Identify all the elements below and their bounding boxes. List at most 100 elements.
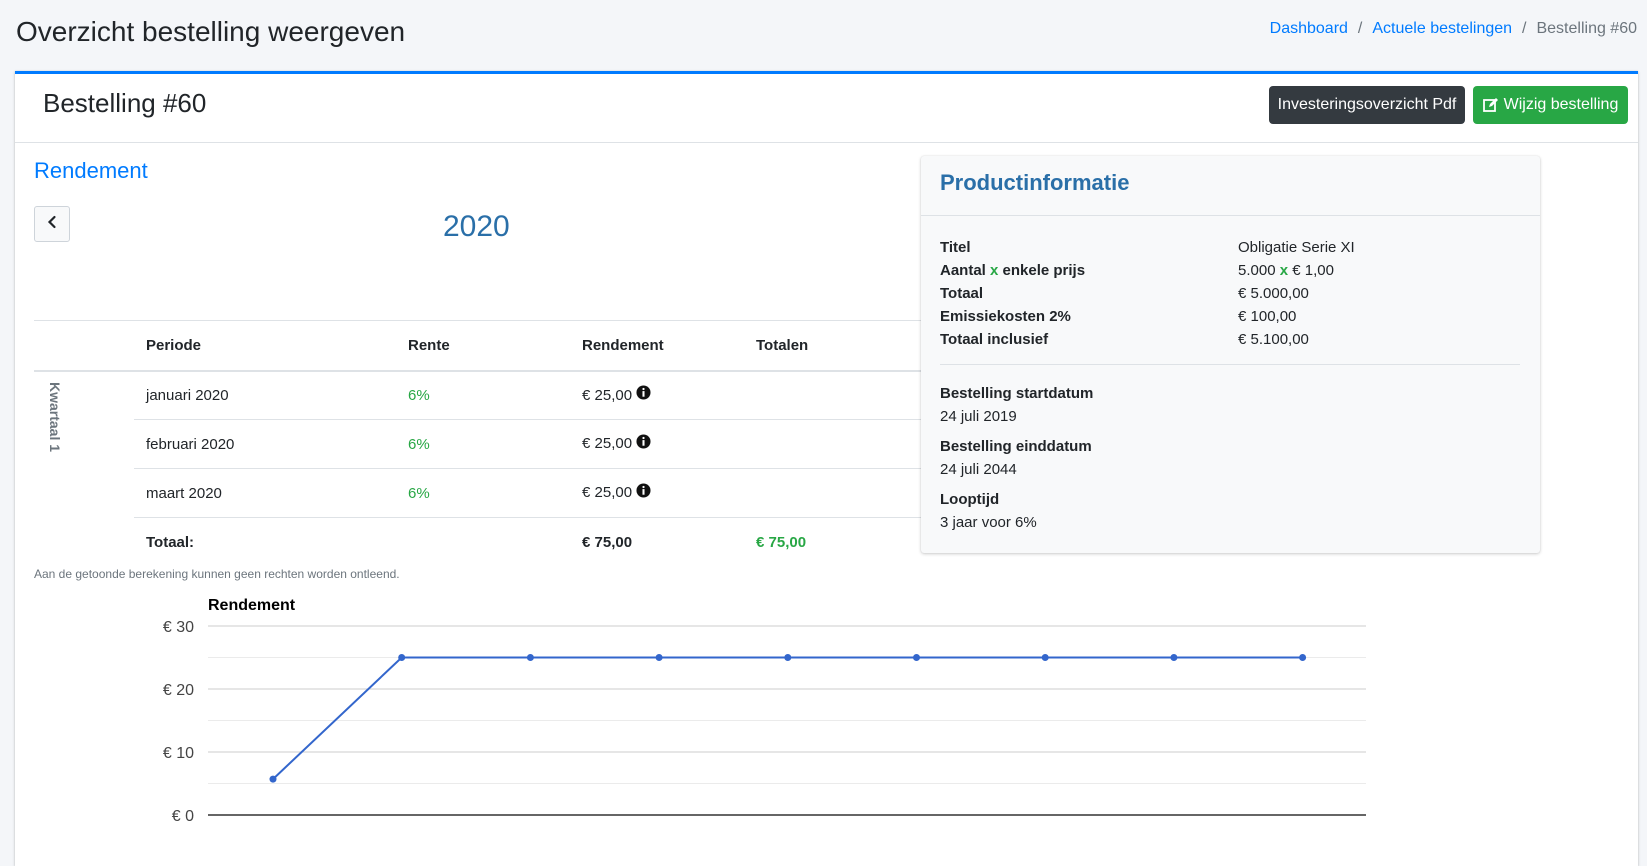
period-cell: januari 2020 xyxy=(134,370,396,420)
info-value-post: € 1,00 xyxy=(1288,262,1334,279)
totals-cell xyxy=(744,419,950,469)
return-cell: € 25,00 xyxy=(570,419,744,469)
edit-order-label: Wijzig bestelling xyxy=(1503,96,1619,113)
end-date-value: 24 juli 2044 xyxy=(940,461,1017,478)
info-label-post: enkele prijs xyxy=(998,262,1086,279)
breadcrumb-active: Bestelling #60 xyxy=(1536,20,1637,37)
info-label: Emissiekosten 2% xyxy=(940,308,1071,325)
disclaimer: Aan de getoonde berekening kunnen geen r… xyxy=(34,567,400,581)
info-label: Aantal x enkele prijs xyxy=(940,262,1238,279)
chevron-left-icon xyxy=(46,215,58,234)
column-header-return: Rendement xyxy=(570,320,744,372)
page-header: Overzicht bestelling weergeven Dashboard… xyxy=(0,0,1647,70)
breadcrumb-current-orders[interactable]: Actuele bestelingen xyxy=(1372,20,1512,38)
breadcrumb-separator: / xyxy=(1357,20,1363,37)
order-title: Bestelling #60 xyxy=(43,88,207,118)
table-row: maart 2020 6% € 25,00 xyxy=(34,468,950,518)
data-point xyxy=(1041,654,1049,661)
info-row-title: Titel Obligatie Serie XI xyxy=(940,239,1520,256)
period-cell: februari 2020 xyxy=(134,419,396,469)
info-row-total: Totaal € 5.000,00 xyxy=(940,285,1520,302)
y-tick-label: € 30 xyxy=(163,619,194,636)
info-value: € 5.000,00 xyxy=(1238,285,1309,302)
return-value: € 25,00 xyxy=(582,484,633,502)
info-icon[interactable] xyxy=(636,482,651,502)
previous-year-button[interactable] xyxy=(34,206,70,242)
quarter-label: Kwartaal 1 xyxy=(47,381,63,452)
total-return: € 75,00 xyxy=(570,517,744,567)
y-tick-label: € 20 xyxy=(163,682,194,699)
page-title: Overzicht bestelling weergeven xyxy=(16,16,406,47)
info-icon[interactable] xyxy=(636,433,651,453)
rendement-section-title: Rendement xyxy=(34,158,148,183)
series-line xyxy=(272,656,1303,780)
product-info-card: Productinformatie Titel Obligatie Serie … xyxy=(921,156,1540,553)
return-value: € 25,00 xyxy=(582,386,633,404)
year-label: 2020 xyxy=(443,210,510,243)
column-header-rate: Rente xyxy=(396,320,570,372)
rate-cell: 6% xyxy=(396,370,570,420)
column-header-totals: Totalen xyxy=(744,320,950,372)
info-value: Obligatie Serie XI xyxy=(1238,239,1355,256)
info-value: 5.000 x € 1,00 xyxy=(1238,262,1334,279)
edit-order-button[interactable]: Wijzig bestelling xyxy=(1473,86,1628,124)
data-point xyxy=(398,654,406,661)
info-label: Titel xyxy=(940,239,971,256)
data-point xyxy=(784,654,792,661)
totals-cell xyxy=(744,468,950,518)
y-tick-label: € 0 xyxy=(172,808,194,825)
product-info-header: Productinformatie xyxy=(921,156,1540,216)
info-label-pre: Aantal xyxy=(940,262,991,279)
column-header-period: Periode xyxy=(134,320,396,372)
data-point xyxy=(1299,654,1307,661)
total-totals: € 75,00 xyxy=(744,517,950,567)
breadcrumb-dashboard[interactable]: Dashboard xyxy=(1270,20,1348,38)
rendement-chart: Rendement € 0 € 10 € 20 € 30 xyxy=(163,597,1366,825)
total-row: Totaal: € 75,00 € 75,00 xyxy=(34,517,950,567)
data-point xyxy=(655,654,663,661)
table-row: februari 2020 6% € 25,00 xyxy=(34,419,950,469)
return-value: € 25,00 xyxy=(582,435,633,453)
data-point xyxy=(526,654,534,661)
info-value: € 5.100,00 xyxy=(1238,331,1309,348)
edit-icon xyxy=(1482,97,1499,113)
period-cell: maart 2020 xyxy=(134,468,396,518)
term-value: 3 jaar voor 6% xyxy=(940,514,1037,531)
card-header: Bestelling #60 Investeringsoverzicht Pdf… xyxy=(15,74,1638,143)
term-label: Looptijd xyxy=(940,491,1000,508)
data-point xyxy=(269,775,277,783)
quarter-header xyxy=(34,320,134,372)
times-symbol: x xyxy=(1279,262,1289,279)
table-header-row: Periode Rente Rendement Totalen xyxy=(34,320,950,372)
info-icon[interactable] xyxy=(636,385,651,404)
info-value-pre: 5.000 xyxy=(1238,262,1280,279)
info-label: Totaal inclusief xyxy=(940,331,1049,348)
info-divider xyxy=(940,364,1520,365)
breadcrumb: Dashboard / Actuele bestelingen / Bestel… xyxy=(1270,20,1637,38)
product-info-title: Productinformatie xyxy=(940,170,1130,195)
return-cell: € 25,00 xyxy=(570,468,744,518)
chart-title: Rendement xyxy=(208,597,296,614)
rate-cell: 6% xyxy=(396,419,570,469)
end-date-label: Bestelling einddatum xyxy=(940,438,1092,455)
data-point xyxy=(913,654,920,661)
quarter-cell: Kwartaal 1 xyxy=(34,371,134,567)
y-tick-label: € 10 xyxy=(163,745,194,762)
investment-pdf-button[interactable]: Investeringsoverzicht Pdf xyxy=(1269,86,1465,124)
data-point xyxy=(1170,654,1178,661)
table-row: Kwartaal 1 januari 2020 6% € 25,00 xyxy=(34,370,950,452)
info-value: € 100,00 xyxy=(1238,308,1297,325)
info-row-total-incl: Totaal inclusief € 5.100,00 xyxy=(940,331,1520,348)
info-label: Totaal xyxy=(940,285,984,302)
info-row-emission: Emissiekosten 2% € 100,00 xyxy=(940,308,1520,325)
breadcrumb-separator: / xyxy=(1522,20,1527,37)
totals-cell xyxy=(744,370,950,420)
start-date-value: 24 juli 2019 xyxy=(940,408,1017,425)
rate-cell: 6% xyxy=(396,468,570,518)
total-rate-cell xyxy=(396,517,570,567)
info-row-quantity: Aantal x enkele prijs 5.000 x € 1,00 xyxy=(940,262,1520,279)
start-date-label: Bestelling startdatum xyxy=(940,385,1094,402)
return-cell: € 25,00 xyxy=(570,370,744,420)
order-card: Bestelling #60 Investeringsoverzicht Pdf… xyxy=(15,71,1638,866)
total-label: Totaal: xyxy=(134,517,396,567)
